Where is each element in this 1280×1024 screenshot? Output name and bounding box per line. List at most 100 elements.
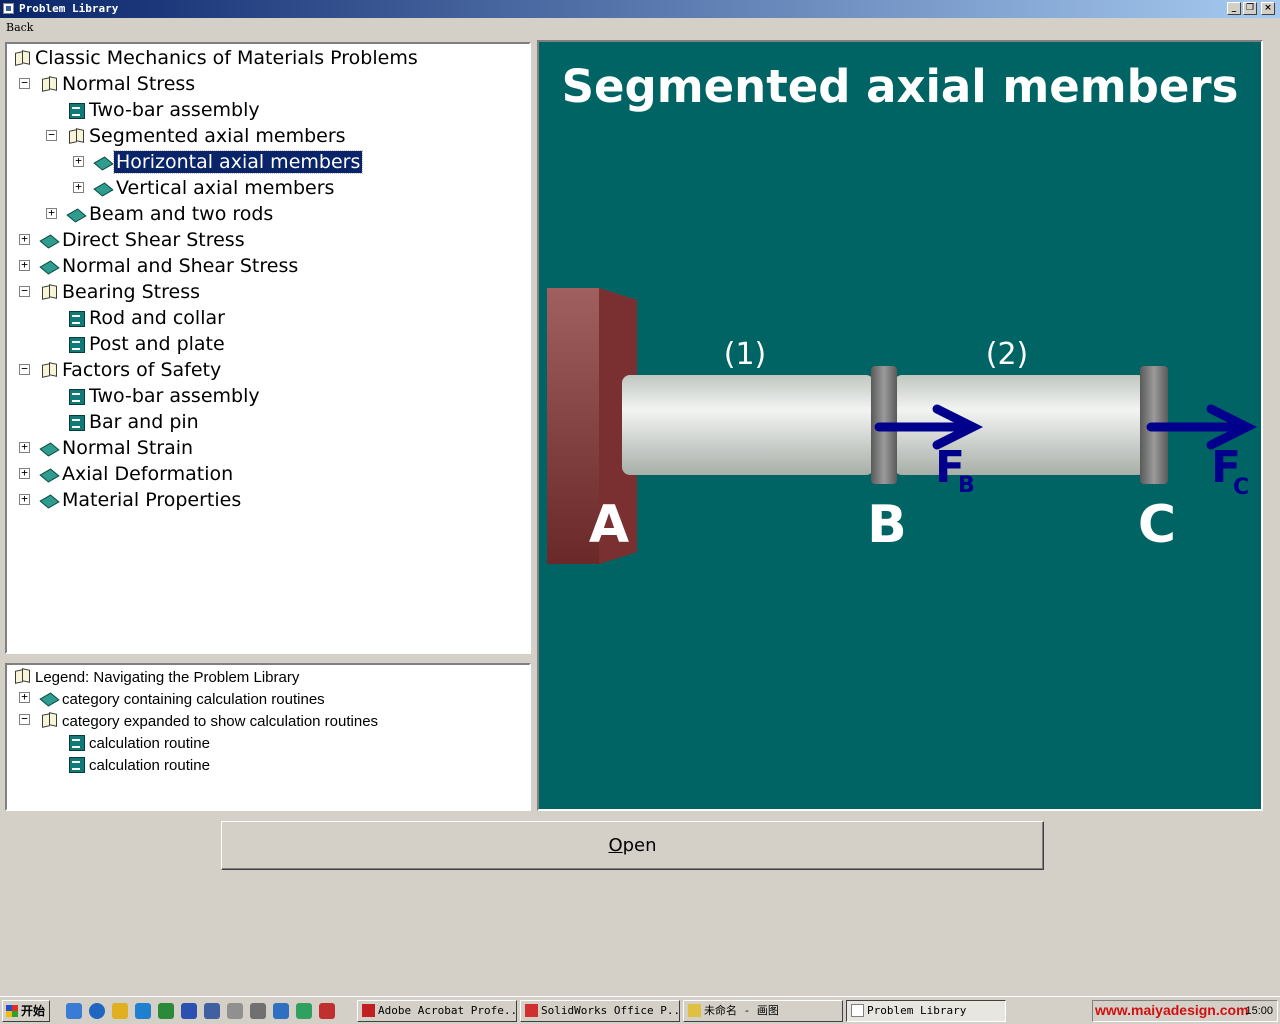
book-closed-icon [41,258,57,274]
book-open-icon [41,712,57,728]
task-problem-library[interactable]: Problem Library [846,1000,1006,1022]
tree-item-label: Normal Strain [62,437,194,459]
book-closed-icon [95,154,111,170]
tree-item[interactable]: + Horizontal axial members [7,150,529,174]
notepad-icon[interactable] [227,1003,243,1019]
menu-back[interactable]: Back [6,21,33,34]
expand-icon[interactable]: + [19,691,30,703]
collapse-icon[interactable]: − [19,77,30,89]
legend-item: − category expanded to show calculation r… [7,710,529,734]
doc-icon [68,102,85,119]
tree-item[interactable]: Post and plate [7,332,529,356]
tray-watermark: www.maiyadesign.com [1095,1002,1249,1018]
expand-icon[interactable]: + [19,233,30,245]
expand-icon[interactable]: + [19,493,30,505]
tree-item[interactable]: + Vertical axial members [7,176,529,200]
tree-item-label: Two-bar assembly [89,99,260,121]
expand-icon[interactable]: + [19,259,30,271]
tree-item-label: Post and plate [89,333,225,355]
book-open-icon [41,284,57,300]
segment-1-label: (1) [724,337,767,372]
tree-item[interactable]: − Segmented axial members [7,124,529,148]
task-acrobat-label: Adobe Acrobat Profe... [378,1004,517,1017]
tree-item[interactable]: + Beam and two rods [7,202,529,226]
point-a-label: A [589,495,629,555]
force-c-subscript: C [1233,475,1249,500]
excel-icon[interactable] [158,1003,174,1019]
restore-button[interactable]: ❐ [1243,2,1257,15]
menu-bar: Back [0,18,1280,38]
collapse-icon[interactable]: − [19,285,30,297]
tree-item[interactable]: + Material Properties [7,488,529,512]
tree-item[interactable]: Classic Mechanics of Materials Problems [7,46,529,70]
task-paint[interactable]: 未命名 - 画图 [683,1000,843,1022]
tree-item-label: Normal Stress [62,73,196,95]
tree-item[interactable]: Rod and collar [7,306,529,330]
task-acrobat[interactable]: Adobe Acrobat Profe... [357,1000,517,1022]
doc-icon [68,756,85,773]
legend-item: calculation routine [7,732,529,756]
tree-item-label: Axial Deformation [62,463,234,485]
problem-library-icon [851,1004,864,1017]
task-solidworks-label: SolidWorks Office P... [541,1004,680,1017]
doc-icon [68,414,85,431]
search-icon[interactable] [204,1003,220,1019]
collapse-icon[interactable]: − [46,129,57,141]
expand-icon[interactable]: + [46,207,57,219]
title-bar: Problem Library _ ❐ × [0,0,1280,18]
tree-item[interactable]: + Axial Deformation [7,462,529,486]
folder-icon[interactable] [112,1003,128,1019]
tree-item-label: Factors of Safety [62,359,222,381]
tree-item[interactable]: + Normal Strain [7,436,529,460]
tree-item-label: Vertical axial members [116,177,335,199]
legend-item: Legend: Navigating the Problem Library [7,666,529,690]
tree-item[interactable]: Bar and pin [7,410,529,434]
app-icon [3,3,14,14]
tree-item-label: Bearing Stress [62,281,200,303]
book-closed-icon [41,232,57,248]
tree-item-label: Normal and Shear Stress [62,255,299,277]
legend-item-label: category containing calculation routines [62,691,325,708]
collapse-icon[interactable]: − [19,363,30,375]
tree-item[interactable]: + Direct Shear Stress [7,228,529,252]
book-closed-icon [41,466,57,482]
app-icon-10[interactable] [319,1003,335,1019]
problem-tree[interactable]: Classic Mechanics of Materials Problems −… [5,42,531,654]
ie-icon[interactable] [89,1003,105,1019]
tree-item-label: Beam and two rods [89,203,274,225]
expand-icon[interactable]: + [19,467,30,479]
expand-icon[interactable]: + [73,155,84,167]
tree-item[interactable]: − Bearing Stress [7,280,529,304]
close-button[interactable]: × [1261,2,1275,15]
open-button[interactable]: Open [221,821,1044,870]
window-title: Problem Library [19,2,119,15]
book-closed-icon [41,492,57,508]
expand-icon[interactable]: + [19,441,30,453]
minimize-button[interactable]: _ [1227,2,1241,15]
book-open-icon [41,362,57,378]
tree-item[interactable]: Two-bar assembly [7,384,529,408]
legend-item-label: calculation routine [89,757,210,774]
tree-item-label: Classic Mechanics of Materials Problems [35,47,418,69]
collapse-icon[interactable]: − [19,713,30,725]
tree-item[interactable]: + Normal and Shear Stress [7,254,529,278]
task-solidworks[interactable]: SolidWorks Office P... [520,1000,680,1022]
word-icon[interactable] [181,1003,197,1019]
tree-item[interactable]: − Factors of Safety [7,358,529,382]
acrobat-icon [362,1004,375,1017]
outlook-icon[interactable] [135,1003,151,1019]
doc-icon [68,388,85,405]
tree-item-label: Direct Shear Stress [62,229,245,251]
expand-icon[interactable]: + [73,181,84,193]
book-open-icon [14,50,30,66]
book-closed-icon [41,690,57,706]
app-icon-8[interactable] [273,1003,289,1019]
start-button[interactable]: 开始 [2,1000,50,1022]
show-desktop-icon[interactable] [66,1003,82,1019]
tree-item-label: Bar and pin [89,411,199,433]
tree-item[interactable]: − Normal Stress [7,72,529,96]
tree-item[interactable]: Two-bar assembly [7,98,529,122]
app-icon-9[interactable] [296,1003,312,1019]
settings-icon[interactable] [250,1003,266,1019]
legend-item: calculation routine [7,754,529,778]
